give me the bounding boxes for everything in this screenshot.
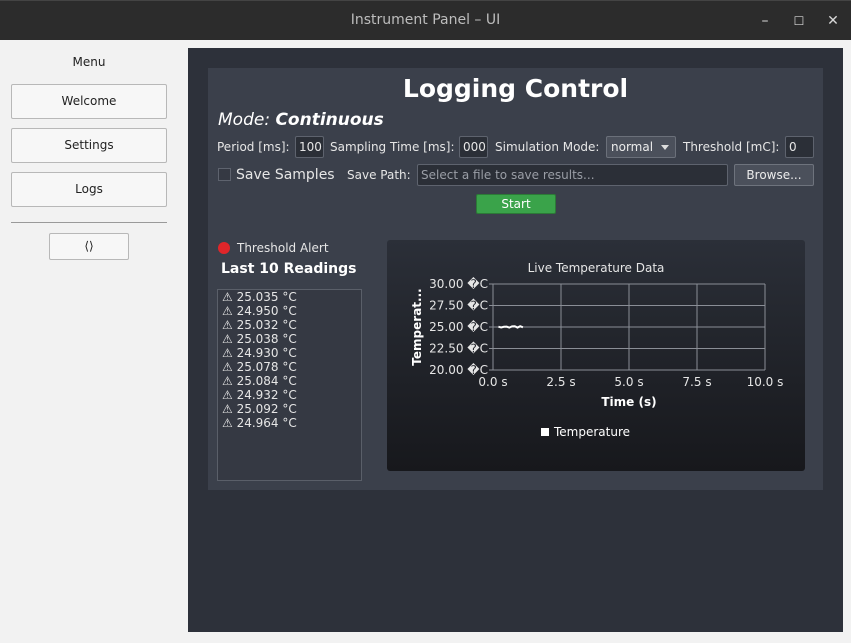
y-tick-label: 20.00 �C	[429, 363, 488, 377]
maximize-button[interactable]: ☐	[789, 11, 809, 31]
x-tick-label: 0.0 s	[478, 375, 507, 389]
title-bar: Instrument Panel – UI – ☐ ✕	[0, 0, 851, 40]
sidebar: Menu Welcome Settings Logs ⟨⟩	[0, 40, 178, 643]
y-tick-label: 27.50 �C	[429, 299, 488, 313]
period-label: Period [ms]:	[217, 140, 290, 154]
save-path-input[interactable]: Select a file to save results...	[417, 164, 728, 186]
chart-title: Live Temperature Data	[528, 261, 665, 275]
mode-indicator: Mode: Continuous	[218, 110, 384, 130]
simulation-mode-label: Simulation Mode:	[495, 140, 600, 154]
list-item: ⚠ 25.092 °C	[222, 402, 297, 416]
readings-list[interactable]: ⚠ 25.035 °C ⚠ 24.950 °C ⚠ 25.032 °C ⚠ 25…	[217, 289, 362, 481]
save-path-label: Save Path:	[347, 168, 411, 182]
list-item: ⚠ 25.084 °C	[222, 374, 297, 388]
simulation-mode-select[interactable]: normal	[606, 136, 676, 158]
minimize-button[interactable]: –	[755, 11, 775, 31]
sampling-time-input[interactable]: 000	[459, 136, 488, 158]
mode-prefix: Mode:	[218, 110, 271, 130]
menu-label: Menu	[72, 55, 106, 69]
list-item: ⚠ 24.950 °C	[222, 304, 297, 318]
period-input[interactable]: 100	[295, 136, 324, 158]
list-item: ⚠ 25.078 °C	[222, 360, 297, 374]
threshold-alert-label: Threshold Alert	[237, 241, 329, 255]
list-item: ⚠ 25.038 °C	[222, 332, 297, 346]
logs-button[interactable]: Logs	[11, 172, 167, 207]
temperature-series-line	[498, 325, 524, 329]
chart-svg: Live Temperature Data 0.0 s 2.5 s 5.0 s 7.5…	[410, 261, 784, 439]
y-tick-label: 25.00 �C	[429, 320, 488, 334]
list-item: ⚠ 25.032 °C	[222, 318, 297, 332]
readings-title: Last 10 Readings	[221, 261, 357, 277]
x-tick-label: 2.5 s	[546, 375, 575, 389]
main-area: Logging Control Mode: Continuous Period …	[188, 48, 843, 632]
app-window: Instrument Panel – UI – ☐ ✕ Menu Welcome…	[0, 0, 851, 643]
threshold-input[interactable]: 0	[785, 136, 814, 158]
x-tick-label: 10.0 s	[747, 375, 784, 389]
legend-swatch	[541, 428, 549, 436]
logging-panel: Logging Control Mode: Continuous Period …	[208, 68, 823, 490]
save-samples-checkbox[interactable]	[218, 168, 231, 181]
close-button[interactable]: ✕	[823, 11, 843, 31]
temperature-chart: Live Temperature Data 0.0 s 2.5 s 5.0 s 7.5…	[387, 240, 805, 471]
y-tick-label: 30.00 �C	[429, 277, 488, 291]
x-tick-label: 7.5 s	[682, 375, 711, 389]
code-toggle-button[interactable]: ⟨⟩	[49, 233, 129, 260]
threshold-label: Threshold [mC]:	[683, 140, 780, 154]
chevron-down-icon	[661, 145, 669, 150]
mode-value: Continuous	[275, 110, 384, 130]
threshold-alert-indicator	[218, 242, 230, 254]
settings-button[interactable]: Settings	[11, 128, 167, 163]
x-axis-label: Time (s)	[601, 395, 656, 409]
welcome-button[interactable]: Welcome	[11, 84, 167, 119]
y-axis-label: Temperat...	[410, 288, 424, 365]
x-tick-label: 5.0 s	[614, 375, 643, 389]
browse-button[interactable]: Browse...	[734, 164, 814, 186]
save-samples-label: Save Samples	[236, 167, 335, 183]
simulation-mode-value: normal	[611, 140, 654, 154]
list-item: ⚠ 24.932 °C	[222, 388, 297, 402]
window-title: Instrument Panel – UI	[350, 12, 501, 28]
sidebar-divider	[11, 222, 167, 223]
list-item: ⚠ 24.930 °C	[222, 346, 297, 360]
page-title: Logging Control	[402, 74, 629, 103]
list-item: ⚠ 24.964 °C	[222, 416, 297, 430]
y-tick-label: 22.50 �C	[429, 342, 488, 356]
sampling-time-label: Sampling Time [ms]:	[330, 140, 455, 154]
start-button[interactable]: Start	[476, 194, 556, 214]
legend-label: Temperature	[553, 425, 630, 439]
list-item: ⚠ 25.035 °C	[222, 290, 297, 304]
